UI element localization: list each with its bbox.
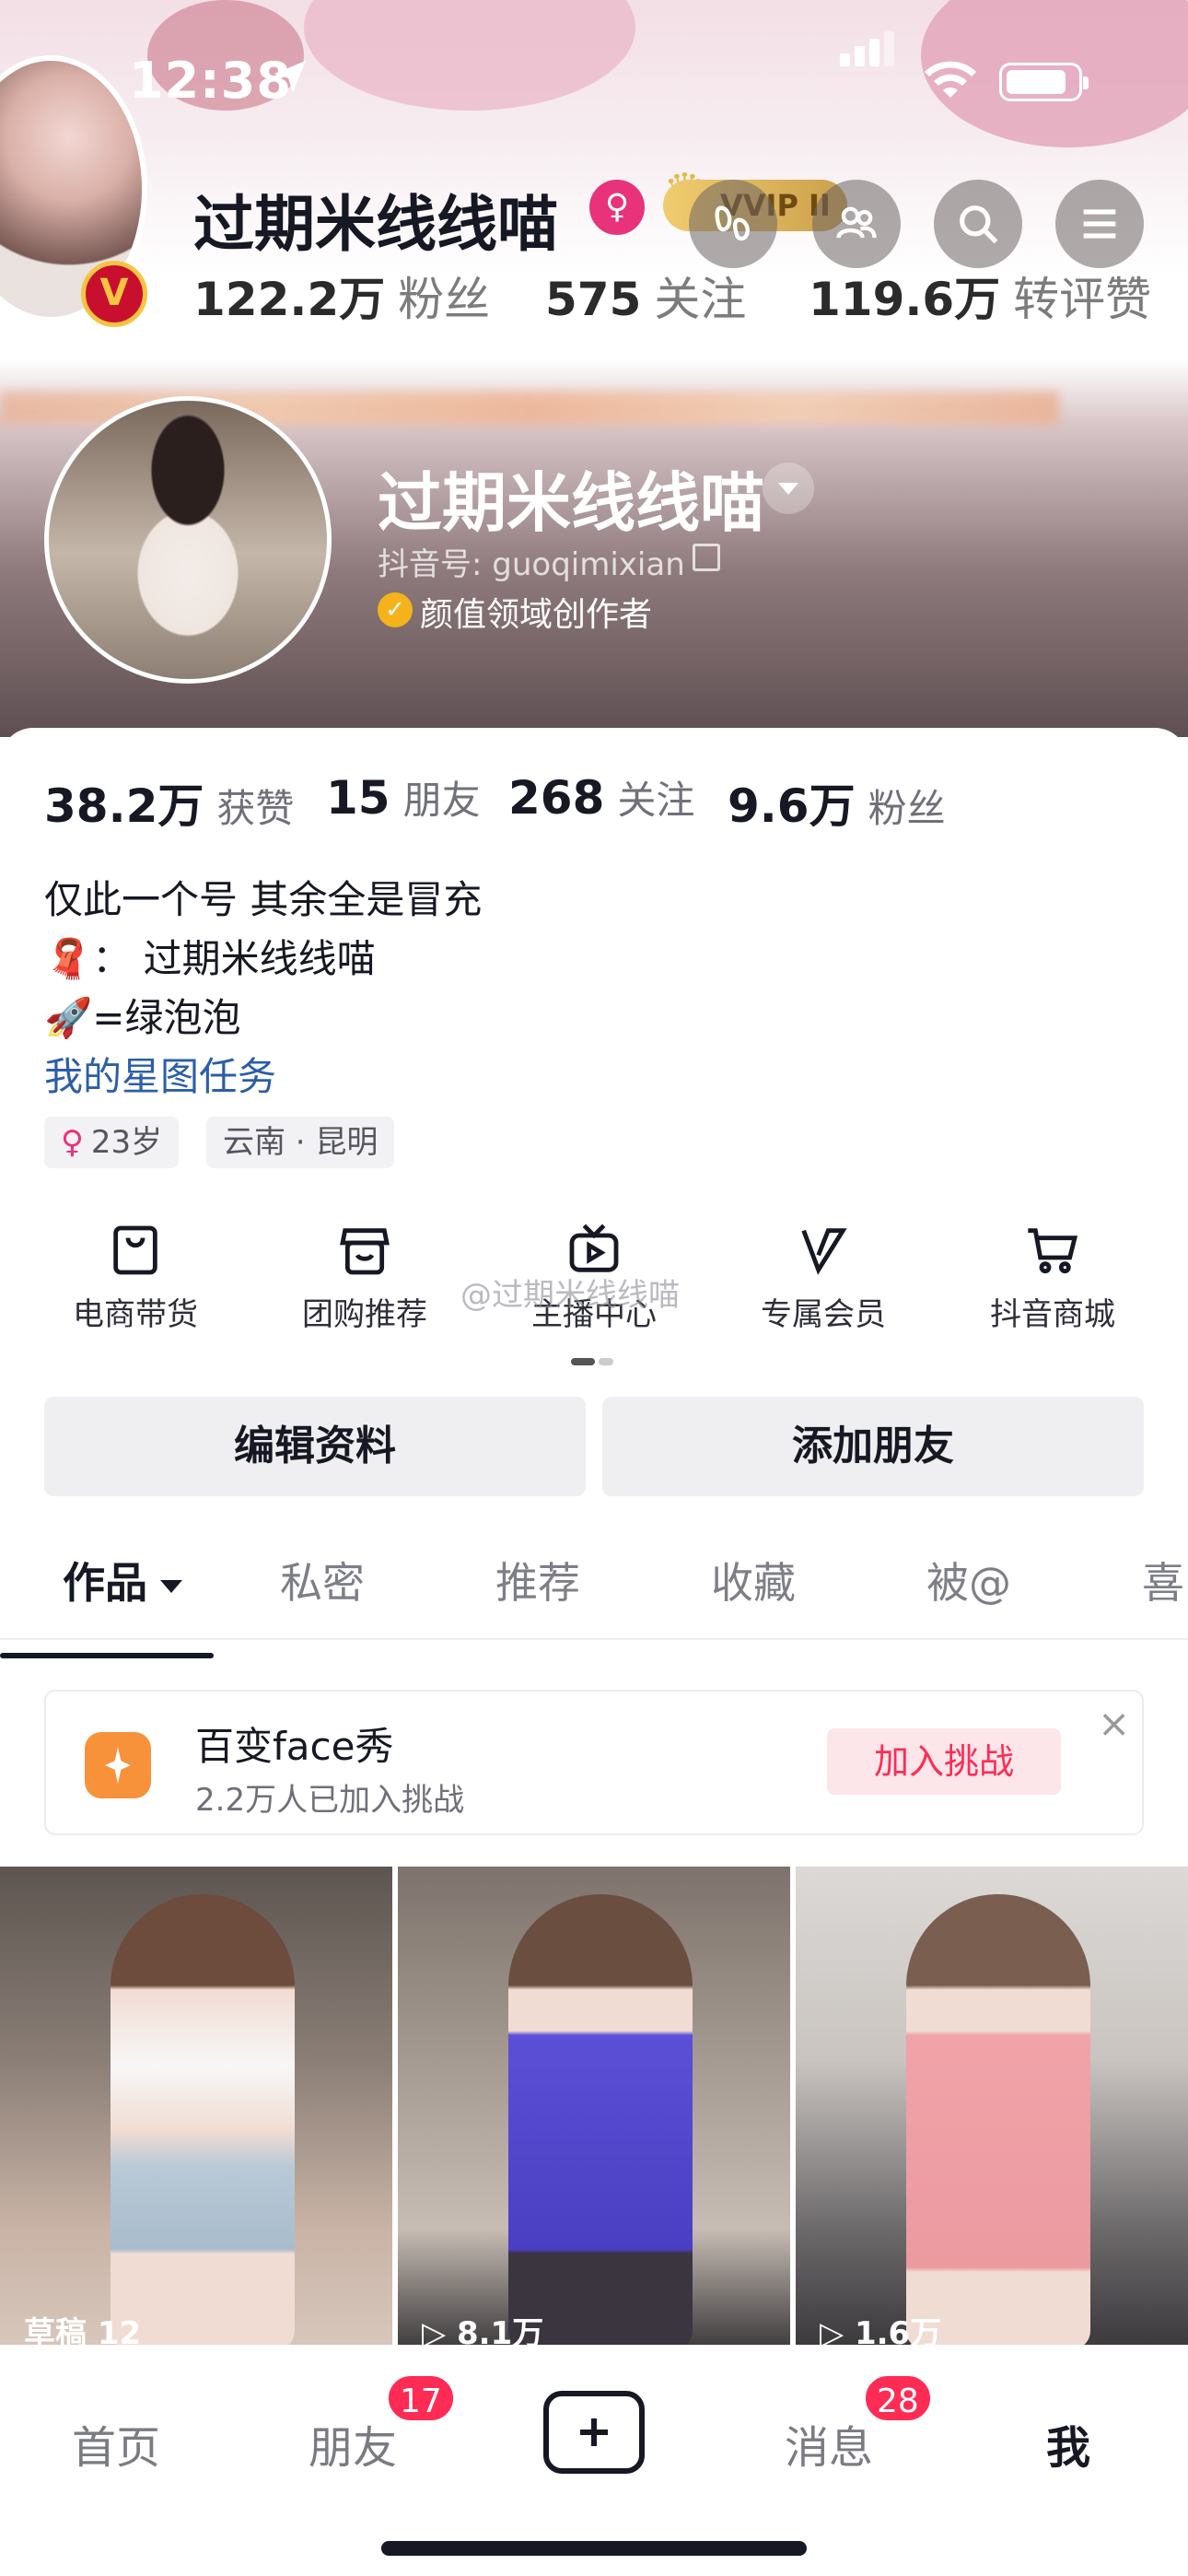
location-tag: 云南 · 昆明 [206, 1117, 395, 1168]
nav-messages[interactable]: 消息 [785, 2411, 873, 2476]
video-thumbnail[interactable]: ▷ 8.1万 [398, 1867, 790, 2349]
thumbnail-label: 草稿 12 [24, 2315, 142, 2349]
status-time: 12:38 [129, 52, 292, 110]
location-arrow-icon [274, 60, 307, 93]
tab-likes[interactable]: 喜 [1142, 1539, 1184, 1640]
hamburger-menu-icon [1083, 209, 1116, 239]
tab-favorites[interactable]: 收藏 [711, 1539, 796, 1640]
header-name: 过期米线线喵 [193, 189, 558, 260]
watermark: @过期米线线喵 [460, 1277, 680, 1314]
bio: 仅此一个号 其余全是冒充 🧣： 过期米线线喵 🚀=绿泡泡 我的星图任务 [44, 871, 482, 1107]
stat-followers[interactable]: 9.6万 粉丝 [728, 769, 946, 836]
caret-down-icon [160, 1579, 182, 1593]
stat-following[interactable]: 268 关注 [508, 769, 694, 825]
friends-button[interactable] [812, 180, 901, 268]
female-icon: ♀ [61, 1124, 84, 1161]
video-thumbnail[interactable]: 草稿 12 [0, 1867, 392, 2349]
services-page-indicator [599, 1358, 613, 1365]
search-button[interactable] [934, 180, 1022, 268]
scarf-emoji: 🧣 [44, 936, 93, 981]
certification-check-icon: ✓ [378, 592, 413, 627]
status-bar: 12:38 [0, 31, 1188, 120]
nav-home[interactable]: 首页 [72, 2411, 160, 2476]
stat-friends[interactable]: 15 朋友 [326, 769, 481, 825]
douyin-id[interactable]: 抖音号: guoqimixian [378, 539, 685, 584]
tab-works[interactable]: 作品 [63, 1539, 182, 1640]
cart-icon [1028, 1228, 1078, 1274]
store-icon [340, 1228, 390, 1275]
friends-badge: 17 [385, 2372, 457, 2424]
header-stat-interactions[interactable]: 119.6万 转评赞 [809, 263, 1151, 329]
content-tabs: 作品 私密 推荐 收藏 被@ 喜 [0, 1539, 1188, 1640]
video-thumbnail[interactable]: ▷ 1.6万 [796, 1867, 1188, 2349]
edit-profile-button[interactable]: 编辑资料 [44, 1397, 586, 1496]
service-douyin-mall[interactable]: 抖音商城 [942, 1221, 1163, 1334]
age-tag: ♀ 23岁 [44, 1117, 180, 1168]
close-icon[interactable]: × [1098, 1704, 1130, 1743]
account-switch-dropdown-icon[interactable] [763, 463, 814, 514]
shopping-bag-icon [113, 1225, 157, 1275]
bio-line: 🚀=绿泡泡 [44, 995, 241, 1040]
challenge-title: 百变face秀 [195, 1724, 394, 1769]
bio-line: 🧣： 过期米线线喵 [44, 936, 376, 981]
people-icon [836, 206, 877, 239]
tab-private[interactable]: 私密 [280, 1539, 365, 1640]
thumbnail-label: ▷ 1.6万 [820, 2315, 942, 2349]
challenge-subtitle: 2.2万人已加入挑战 [195, 1782, 465, 1819]
sparkle-icon [85, 1732, 151, 1798]
header-stat-followers[interactable]: 122.2万 粉丝 [193, 263, 490, 329]
search-icon [960, 205, 998, 244]
menu-button[interactable] [1055, 180, 1144, 268]
thumbnail-label: ▷ 8.1万 [422, 2315, 544, 2349]
bottom-nav: 首页 朋友 17 消息 28 我 [0, 2345, 1188, 2576]
challenge-banner[interactable]: 百变face秀 2.2万人已加入挑战 加入挑战 × [44, 1690, 1144, 1835]
stat-likes[interactable]: 38.2万 获赞 [44, 769, 294, 836]
services-page-indicator-active [571, 1358, 595, 1365]
add-friend-button[interactable]: 添加朋友 [602, 1397, 1144, 1496]
messages-badge: 28 [862, 2372, 934, 2424]
service-membership[interactable]: 专属会员 [713, 1221, 934, 1334]
footprint-icon [715, 205, 750, 241]
battery-icon [999, 63, 1089, 101]
tab-recommended[interactable]: 推荐 [495, 1539, 580, 1640]
female-gender-icon: ♀ [589, 180, 645, 235]
create-button[interactable] [543, 2391, 645, 2474]
home-indicator [381, 2541, 807, 2556]
thumbnail-figure [906, 1894, 1090, 2349]
verified-badge-icon: V [81, 261, 147, 327]
nav-me[interactable]: 我 [1046, 2411, 1090, 2476]
header-stat-following[interactable]: 575 关注 [545, 263, 746, 329]
service-ecommerce[interactable]: 电商带货 [25, 1221, 246, 1334]
active-tab-indicator [0, 1653, 214, 1658]
v-badge-icon [801, 1228, 847, 1275]
thumbnail-figure [111, 1894, 295, 2349]
profile-avatar[interactable] [44, 396, 332, 684]
qr-code-icon[interactable] [693, 544, 720, 571]
visitor-button[interactable] [689, 180, 777, 268]
tab-mentions[interactable]: 被@ [926, 1539, 1011, 1640]
service-group-buy[interactable]: 团购推荐 [254, 1221, 475, 1334]
profile-name: 过期米线线喵 [378, 465, 764, 541]
thumbnail-figure [508, 1894, 693, 2349]
certification-label[interactable]: 颜值领域创作者 [420, 588, 652, 636]
join-challenge-button[interactable]: 加入挑战 [827, 1728, 1061, 1795]
rocket-emoji: 🚀 [44, 995, 93, 1040]
wifi-icon [925, 61, 976, 98]
profile-card: 38.2万 获赞 15 朋友 268 关注 9.6万 粉丝 仅此一个号 其余全是冒充 🧣… [0, 728, 1188, 2349]
star-map-task-link[interactable]: 我的星图任务 [44, 1048, 482, 1107]
bio-line: 仅此一个号 其余全是冒充 [44, 877, 483, 922]
nav-friends[interactable]: 朋友 [309, 2411, 397, 2476]
